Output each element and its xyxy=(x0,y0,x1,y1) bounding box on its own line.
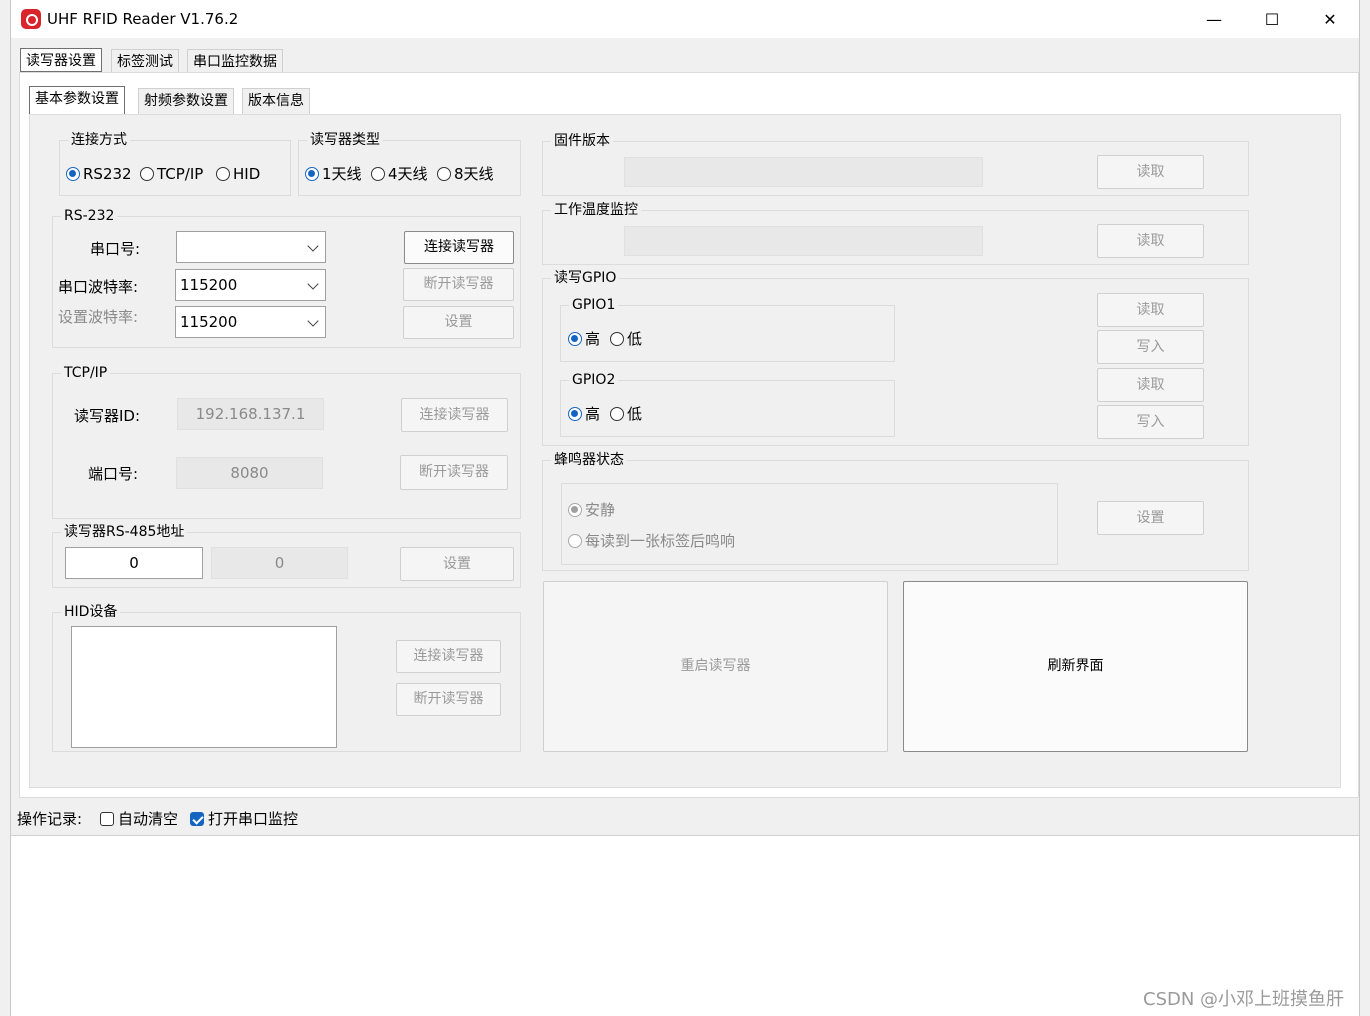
temperature-read-button[interactable]: 读取 xyxy=(1097,224,1204,258)
buzzer-beep-radio[interactable]: 每读到一张标签后鸣响 xyxy=(568,532,735,550)
open-monitor-checkbox[interactable]: 打开串口监控 xyxy=(190,808,298,829)
refresh-ui-button[interactable]: 刷新界面 xyxy=(903,581,1248,752)
reader-id-label: 读写器ID: xyxy=(74,407,141,425)
radio-1-antenna[interactable]: 1天线 xyxy=(305,165,362,183)
rs232-connect-button[interactable]: 连接读写器 xyxy=(404,231,514,264)
gpio1-high-radio[interactable]: 高 xyxy=(568,330,600,348)
radio-tcpip[interactable]: TCP/IP xyxy=(140,165,203,183)
gpio1-group: GPIO1 高 低 xyxy=(560,295,895,362)
baud-select[interactable]: 115200 xyxy=(175,269,326,301)
tcpip-connect-button[interactable]: 连接读写器 xyxy=(401,398,508,432)
tcp-port-field[interactable]: 8080 xyxy=(176,457,323,489)
rs232-set-button[interactable]: 设置 xyxy=(403,306,514,339)
tab-basic-params[interactable]: 基本参数设置 xyxy=(29,86,125,114)
watermark: CSDN @小邓上班摸鱼肝 xyxy=(1143,989,1345,1010)
temperature-field xyxy=(624,226,983,256)
tab-rf-params[interactable]: 射频参数设置 xyxy=(138,88,234,114)
gpio2-high-radio[interactable]: 高 xyxy=(568,405,600,423)
gpio2-low-radio[interactable]: 低 xyxy=(610,405,642,423)
set-baud-label: 设置波特率: xyxy=(58,308,139,326)
tcpip-disconnect-button[interactable]: 断开读写器 xyxy=(400,455,508,490)
close-button[interactable]: ✕ xyxy=(1318,8,1342,32)
buzzer-set-button[interactable]: 设置 xyxy=(1097,501,1204,535)
restart-reader-button[interactable]: 重启读写器 xyxy=(543,581,888,752)
reader-type-group: 读写器类型 1天线 4天线 8天线 xyxy=(298,130,521,196)
tcpip-group: TCP/IP xyxy=(52,363,521,519)
connection-legend: 连接方式 xyxy=(68,130,130,150)
tab-tag-test[interactable]: 标签测试 xyxy=(111,49,179,73)
radio-8-antenna[interactable]: 8天线 xyxy=(437,165,494,183)
connection-group: 连接方式 RS232 TCP/IP HID xyxy=(59,130,291,196)
firmware-legend: 固件版本 xyxy=(551,131,613,151)
radio-4-antenna[interactable]: 4天线 xyxy=(371,165,428,183)
gpio1-low-radio[interactable]: 低 xyxy=(610,330,642,348)
reader-id-field[interactable]: 192.168.137.1 xyxy=(177,398,324,430)
maximize-button[interactable]: ☐ xyxy=(1260,8,1284,32)
hid-connect-button[interactable]: 连接读写器 xyxy=(396,640,501,673)
gpio2-read-button[interactable]: 读取 xyxy=(1097,368,1204,402)
tcp-port-label: 端口号: xyxy=(88,465,139,483)
minimize-button[interactable]: — xyxy=(1202,8,1226,32)
buzzer-legend: 蜂鸣器状态 xyxy=(551,450,627,470)
baud-label: 串口波特率: xyxy=(58,278,139,296)
gpio-legend: 读写GPIO xyxy=(551,268,620,288)
tab-serial-monitor[interactable]: 串口监控数据 xyxy=(187,49,283,73)
rs485-legend: 读写器RS-485地址 xyxy=(61,522,188,542)
hid-legend: HID设备 xyxy=(61,602,121,622)
window-title: UHF RFID Reader V1.76.2 xyxy=(47,10,239,28)
buzzer-quiet-radio[interactable]: 安静 xyxy=(568,501,615,519)
gpio2-legend: GPIO2 xyxy=(569,370,619,390)
auto-clear-checkbox[interactable]: 自动清空 xyxy=(100,808,178,829)
app-icon xyxy=(21,9,41,29)
port-label: 串口号: xyxy=(90,240,141,258)
gpio1-read-button[interactable]: 读取 xyxy=(1097,293,1204,327)
tcpip-legend: TCP/IP xyxy=(61,363,111,383)
hid-device-list[interactable] xyxy=(71,626,337,748)
rs232-legend: RS-232 xyxy=(61,206,118,226)
tab-version-info[interactable]: 版本信息 xyxy=(242,88,310,114)
main-window: UHF RFID Reader V1.76.2 — ☐ ✕ 读写器设置 标签测试… xyxy=(10,0,1360,1016)
set-baud-select[interactable]: 115200 xyxy=(175,306,326,338)
port-select[interactable] xyxy=(176,231,326,263)
rs485-address-input[interactable]: 0 xyxy=(65,547,203,579)
rs485-readonly-field: 0 xyxy=(211,547,348,579)
temperature-legend: 工作温度监控 xyxy=(551,200,641,220)
tab-reader-settings[interactable]: 读写器设置 xyxy=(20,48,102,72)
firmware-read-button[interactable]: 读取 xyxy=(1097,155,1204,189)
log-label: 操作记录: xyxy=(17,810,83,828)
gpio2-write-button[interactable]: 写入 xyxy=(1097,405,1204,439)
reader-type-legend: 读写器类型 xyxy=(307,130,383,150)
gpio1-write-button[interactable]: 写入 xyxy=(1097,330,1204,364)
buzzer-options-box: 安静 每读到一张标签后鸣响 xyxy=(561,483,1058,565)
gpio2-group: GPIO2 高 低 xyxy=(560,370,895,437)
radio-hid[interactable]: HID xyxy=(216,165,260,183)
title-bar: UHF RFID Reader V1.76.2 — ☐ ✕ xyxy=(11,0,1359,38)
gpio1-legend: GPIO1 xyxy=(569,295,619,315)
firmware-version-field xyxy=(624,157,983,187)
rs485-set-button[interactable]: 设置 xyxy=(400,547,514,581)
hid-disconnect-button[interactable]: 断开读写器 xyxy=(396,683,501,716)
rs232-disconnect-button[interactable]: 断开读写器 xyxy=(403,268,514,301)
radio-rs232[interactable]: RS232 xyxy=(66,165,132,183)
